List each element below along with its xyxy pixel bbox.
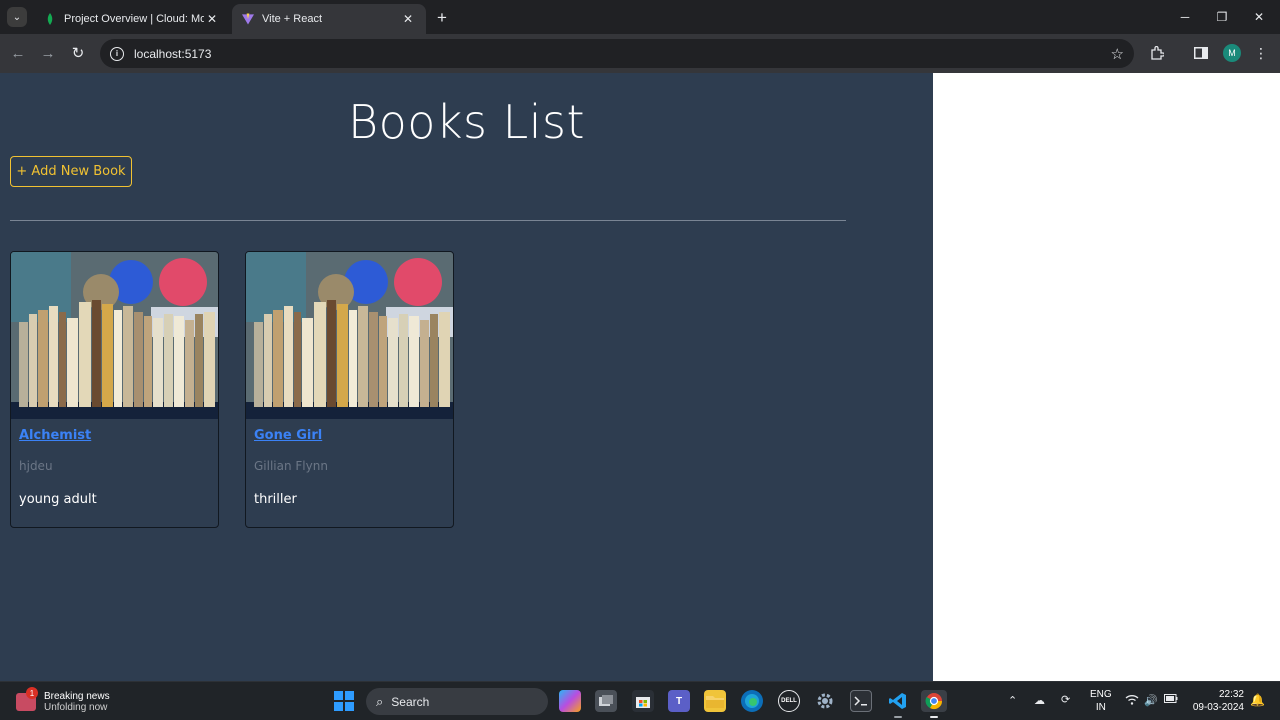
terminal-icon[interactable] xyxy=(850,690,872,712)
onedrive-cloud-icon[interactable]: ☁ xyxy=(1034,694,1045,707)
dell-icon[interactable]: DELL xyxy=(778,690,800,712)
wifi-icon[interactable] xyxy=(1125,694,1139,705)
profile-avatar[interactable]: M xyxy=(1223,44,1241,62)
news-icon: 1 xyxy=(16,687,38,711)
page-title: Books List xyxy=(347,95,586,149)
vscode-icon[interactable] xyxy=(887,690,909,718)
address-bar[interactable]: i localhost:5173 ☆ xyxy=(100,39,1134,68)
mongodb-leaf-icon xyxy=(44,13,56,25)
task-view-icon[interactable] xyxy=(595,690,617,712)
tab-title: Project Overview | Cloud: Mong xyxy=(64,13,204,25)
edge-icon[interactable] xyxy=(741,690,763,712)
book-title-link[interactable]: Gone Girl xyxy=(254,428,322,443)
side-panel-icon[interactable] xyxy=(1190,42,1212,64)
search-label: Search xyxy=(391,694,430,709)
close-window-icon[interactable]: ✕ xyxy=(1245,6,1273,28)
divider xyxy=(10,220,846,221)
restore-icon[interactable]: ❐ xyxy=(1208,6,1236,28)
taskbar-search[interactable]: ⌕ Search xyxy=(366,688,548,715)
volume-icon[interactable]: 🔊 xyxy=(1144,694,1158,707)
new-tab-icon[interactable]: + xyxy=(432,8,452,28)
region-code: IN xyxy=(1095,702,1106,713)
settings-gear-icon[interactable] xyxy=(814,690,836,712)
copilot-icon[interactable] xyxy=(559,690,581,712)
system-clock[interactable]: 22:32 09-03-2024 xyxy=(1188,688,1244,714)
book-genre: thriller xyxy=(254,492,297,507)
notification-bell-icon[interactable]: 🔔 xyxy=(1250,693,1265,707)
bookmark-star-icon[interactable]: ☆ xyxy=(1111,45,1124,63)
tab-vite-react[interactable]: Vite + React ✕ xyxy=(232,4,426,34)
tab-strip: ⌄ Project Overview | Cloud: Mong ✕ Vite … xyxy=(0,0,1280,34)
close-tab-icon[interactable]: ✕ xyxy=(400,11,416,27)
clock-time: 22:32 xyxy=(1218,689,1244,700)
news-widget[interactable]: 1 Breaking news Unfolding now xyxy=(16,687,110,717)
back-icon[interactable]: ← xyxy=(6,41,30,65)
active-indicator xyxy=(930,716,938,718)
book-title-link[interactable]: Alchemist xyxy=(19,428,91,443)
more-menu-icon[interactable]: ⋮ xyxy=(1250,42,1272,64)
extensions-icon[interactable] xyxy=(1146,42,1168,64)
battery-icon[interactable] xyxy=(1164,694,1178,703)
clock-date: 09-03-2024 xyxy=(1192,702,1244,713)
page-viewport: Books List + Add New Book Alchemist hjde… xyxy=(0,73,1280,681)
book-author: hjdeu xyxy=(19,459,53,473)
tab-project-overview[interactable]: Project Overview | Cloud: Mong ✕ xyxy=(34,4,230,34)
news-headline: Breaking news xyxy=(44,691,110,702)
language-code: ENG xyxy=(1090,689,1112,700)
site-info-icon[interactable]: i xyxy=(110,46,124,61)
microsoft-store-icon[interactable] xyxy=(632,690,654,712)
browser-toolbar: ← → ↻ i localhost:5173 ☆ M ⋮ xyxy=(0,34,1280,73)
tab-search-icon[interactable]: ⌄ xyxy=(7,7,27,27)
forward-icon[interactable]: → xyxy=(36,41,60,65)
minimize-icon[interactable]: ─ xyxy=(1171,6,1199,28)
close-tab-icon[interactable]: ✕ xyxy=(204,11,220,27)
reload-icon[interactable]: ↻ xyxy=(66,41,90,65)
language-indicator[interactable]: ENG IN xyxy=(1090,688,1112,714)
start-button[interactable] xyxy=(334,691,354,711)
show-hidden-icons-chevron-up-icon[interactable]: ⌃ xyxy=(1008,694,1017,707)
book-card: Gone Girl Gillian Flynn thriller xyxy=(245,251,454,528)
file-explorer-icon[interactable] xyxy=(704,690,726,712)
teams-icon[interactable]: T xyxy=(668,690,690,712)
news-badge: 1 xyxy=(26,687,38,699)
tab-title: Vite + React xyxy=(262,13,323,25)
vite-logo-icon xyxy=(242,13,254,25)
url-text: localhost:5173 xyxy=(134,46,212,61)
book-cover-image xyxy=(11,252,218,419)
book-genre: young adult xyxy=(19,492,97,507)
windows-taskbar: 1 Breaking news Unfolding now ⌕ Search T… xyxy=(0,681,1280,720)
active-indicator xyxy=(894,716,902,718)
chrome-icon[interactable] xyxy=(921,690,947,718)
book-cover-image xyxy=(246,252,453,419)
news-subline: Unfolding now xyxy=(44,702,108,713)
book-author: Gillian Flynn xyxy=(254,459,328,473)
sync-icon[interactable]: ⟳ xyxy=(1061,693,1070,706)
add-new-book-button[interactable]: + Add New Book xyxy=(10,156,132,187)
books-app: Books List + Add New Book Alchemist hjde… xyxy=(0,73,933,681)
book-card: Alchemist hjdeu young adult xyxy=(10,251,219,528)
search-icon: ⌕ xyxy=(376,693,384,709)
